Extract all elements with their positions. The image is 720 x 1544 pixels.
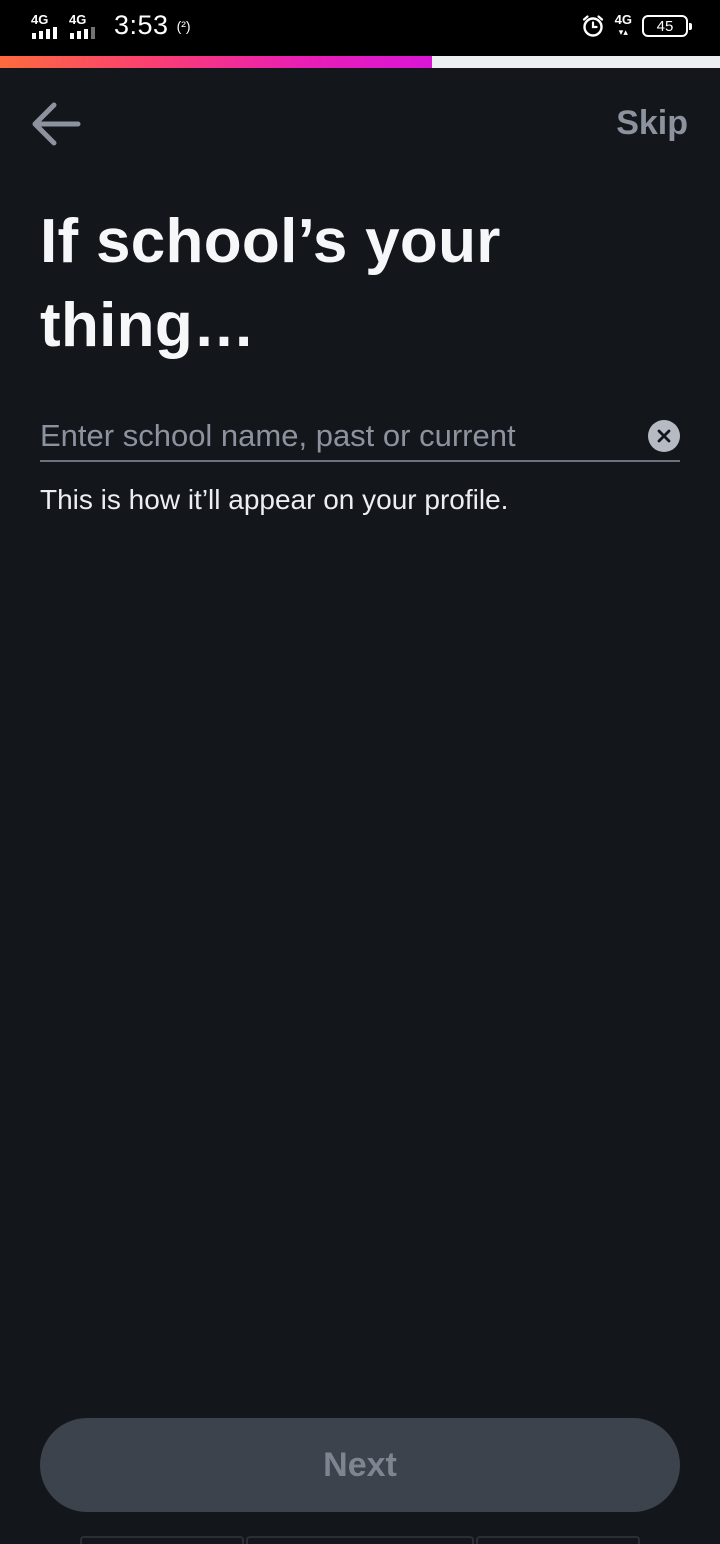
page-title: If school’s your thing… xyxy=(40,207,501,360)
hotspot-icon: (²) xyxy=(176,17,191,34)
signal-bars-icon xyxy=(32,26,57,39)
data-arrows-icon: ▾▴ xyxy=(618,27,628,37)
data-network-indicator: 4G ▾▴ xyxy=(614,12,632,38)
keyboard-edge xyxy=(246,1536,474,1544)
keyboard-edge xyxy=(476,1536,640,1544)
next-button[interactable]: Next xyxy=(40,1418,680,1512)
school-input-container xyxy=(40,412,680,462)
sim2-network-label: 4G xyxy=(69,11,87,27)
sim2-signal: 4G xyxy=(68,11,102,41)
clear-input-button[interactable] xyxy=(648,420,680,452)
school-name-input[interactable] xyxy=(40,414,630,458)
data-network-label: 4G xyxy=(614,12,632,27)
battery-level: 45 xyxy=(656,17,674,35)
sim1-signal: 4G xyxy=(30,11,64,41)
battery-icon: 45 xyxy=(642,15,692,37)
progress-fill xyxy=(0,56,432,68)
status-time: 3:53 xyxy=(114,10,169,40)
arrow-left-icon xyxy=(32,102,81,146)
status-bar: 4G 4G 3:53 (²) 4G ▾▴ 45 xyxy=(0,0,720,56)
sim1-network-label: 4G xyxy=(31,11,49,27)
skip-button[interactable]: Skip xyxy=(616,104,688,143)
keyboard-edge xyxy=(80,1536,244,1544)
close-icon xyxy=(657,429,671,443)
onboarding-progress-bar xyxy=(0,56,720,68)
signal-bars-icon xyxy=(70,26,95,39)
status-right: 4G ▾▴ 45 xyxy=(581,12,692,38)
helper-text: This is how it’ll appear on your profile… xyxy=(40,484,509,515)
status-left: 4G 4G 3:53 (²) xyxy=(30,10,191,41)
back-button[interactable] xyxy=(28,96,84,152)
alarm-icon xyxy=(582,15,603,37)
screen: 4G 4G 3:53 (²) 4G ▾▴ 45 Skip If school’s… xyxy=(0,0,720,1544)
